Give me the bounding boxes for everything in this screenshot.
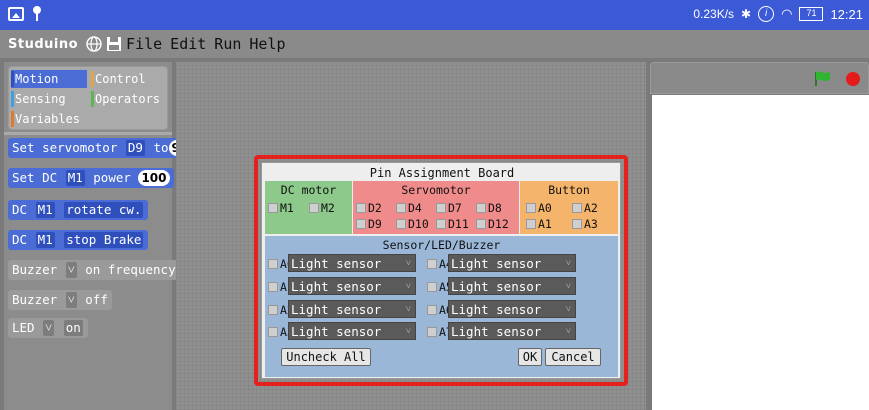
sensor-a7-select[interactable]: Light sensor ˅ xyxy=(448,322,576,340)
checkbox-d9[interactable]: D9 xyxy=(356,217,382,231)
block-buzzer-off[interactable]: Buzzer ˅ off xyxy=(8,290,112,310)
buzzer-on-port-dropdown[interactable]: ˅ xyxy=(65,262,77,278)
checkbox-d2[interactable]: D2 xyxy=(356,201,382,215)
led-port-dropdown[interactable]: ˅ xyxy=(43,320,55,336)
dc-rotate-direction-dropdown[interactable]: rotate cw. xyxy=(64,202,144,218)
checkbox-d4[interactable]: D4 xyxy=(396,201,422,215)
app-logo: Studuino xyxy=(8,36,79,52)
checkbox-m1[interactable]: M1 xyxy=(268,201,294,215)
clock: 12:21 xyxy=(830,6,863,22)
stop-button[interactable] xyxy=(846,72,860,86)
dc-power-port-dropdown[interactable]: M1 xyxy=(65,170,85,186)
sensor-a4-select[interactable]: Light sensor ˅ xyxy=(448,254,576,272)
category-sensing[interactable]: Sensing xyxy=(11,90,87,108)
menu-edit[interactable]: Edit xyxy=(170,35,206,53)
checkbox-m2[interactable]: M2 xyxy=(309,201,335,215)
location-pin-icon xyxy=(32,6,42,22)
globe-icon[interactable] xyxy=(86,36,102,52)
image-notification-icon xyxy=(8,7,24,21)
led-state-dropdown[interactable]: on xyxy=(63,320,83,336)
dc-rotate-port-dropdown[interactable]: M1 xyxy=(35,202,55,218)
sensor-a3-select[interactable]: Light sensor ˅ xyxy=(288,322,416,340)
menu-file[interactable]: File xyxy=(126,35,162,53)
menu-bar: Studuino File Edit Run Help xyxy=(0,30,869,58)
category-control[interactable]: Control xyxy=(91,70,167,88)
checkbox-button-a2[interactable]: A2 xyxy=(572,201,598,215)
block-dc-rotate[interactable]: DC M1 rotate cw. xyxy=(8,200,149,220)
dc-stop-mode-dropdown[interactable]: stop Brake xyxy=(64,232,144,248)
battery-icon: 71 xyxy=(799,7,824,21)
dc-motor-title: DC motor xyxy=(280,183,337,197)
sensor-title: Sensor/LED/Buzzer xyxy=(382,238,501,252)
sensor-led-buzzer-group: Sensor/LED/Buzzer A0 Light sensor ˅ A4 Li… xyxy=(265,236,618,377)
sensor-a0-select[interactable]: Light sensor ˅ xyxy=(288,254,416,272)
category-variables[interactable]: Variables xyxy=(11,110,87,128)
sensor-a2-select[interactable]: Light sensor ˅ xyxy=(288,300,416,318)
dc-motor-group: DC motor M1 M2 xyxy=(265,181,352,234)
wifi-icon: ◠ xyxy=(781,6,793,21)
category-operators[interactable]: Operators xyxy=(91,90,167,108)
checkbox-d10[interactable]: D10 xyxy=(396,217,429,231)
ok-button[interactable]: OK xyxy=(518,348,542,366)
buzzer-off-port-dropdown[interactable]: ˅ xyxy=(65,292,77,308)
block-palette: Motion Control Sensing Operators Variabl… xyxy=(4,62,210,410)
servo-port-dropdown[interactable]: D9 xyxy=(125,140,145,156)
network-speed: 0.23K/s xyxy=(693,7,735,21)
status-bar: 0.23K/s ✱ i ◠ 71 12:21 xyxy=(0,0,869,30)
green-flag-icon[interactable] xyxy=(814,71,832,87)
button-group: Button A0 A2 A1 A3 xyxy=(520,181,618,234)
menu-help[interactable]: Help xyxy=(249,35,285,53)
category-selector: Motion Control Sensing Operators Variabl… xyxy=(8,66,168,130)
block-set-servomotor[interactable]: Set servomotor D9 to90 xyxy=(8,138,196,158)
block-set-dc-power[interactable]: Set DC M1 power 100 xyxy=(8,168,174,188)
block-dc-stop[interactable]: DC M1 stop Brake xyxy=(8,230,149,250)
uncheck-all-button[interactable]: Uncheck All xyxy=(281,348,371,366)
sensor-a1-select[interactable]: Light sensor ˅ xyxy=(288,277,416,295)
servomotor-title: Servomotor xyxy=(401,183,471,197)
servomotor-group: Servomotor D2 D4 D7 D8 D9 D10 D11 D12 xyxy=(353,181,519,234)
checkbox-d8[interactable]: D8 xyxy=(476,201,502,215)
checkbox-button-a1[interactable]: A1 xyxy=(526,217,552,231)
checkbox-d7[interactable]: D7 xyxy=(436,201,462,215)
stage-header xyxy=(650,62,869,94)
save-icon[interactable] xyxy=(106,36,122,52)
stage[interactable] xyxy=(652,95,869,410)
sync-icon: i xyxy=(758,6,775,22)
palette-divider xyxy=(4,132,172,135)
checkbox-button-a0[interactable]: A0 xyxy=(526,201,552,215)
block-led-on[interactable]: LED ˅ on xyxy=(8,318,88,338)
dialog-title: Pin Assignment Board xyxy=(369,166,515,180)
sensor-a5-select[interactable]: Light sensor ˅ xyxy=(448,277,576,295)
menu-run[interactable]: Run xyxy=(214,35,241,53)
sensor-a6-select[interactable]: Light sensor ˅ xyxy=(448,300,576,318)
checkbox-button-a3[interactable]: A3 xyxy=(572,217,598,231)
cancel-button[interactable]: Cancel xyxy=(545,348,601,366)
button-title: Button xyxy=(548,183,590,197)
dc-power-input[interactable]: 100 xyxy=(138,170,170,186)
category-motion[interactable]: Motion xyxy=(11,70,87,88)
checkbox-d12[interactable]: D12 xyxy=(476,217,509,231)
dc-stop-port-dropdown[interactable]: M1 xyxy=(35,232,55,248)
checkbox-d11[interactable]: D11 xyxy=(436,217,469,231)
bluetooth-icon: ✱ xyxy=(741,7,752,21)
pin-assignment-dialog: Pin Assignment Board DC motor M1 M2 Serv… xyxy=(261,162,621,379)
